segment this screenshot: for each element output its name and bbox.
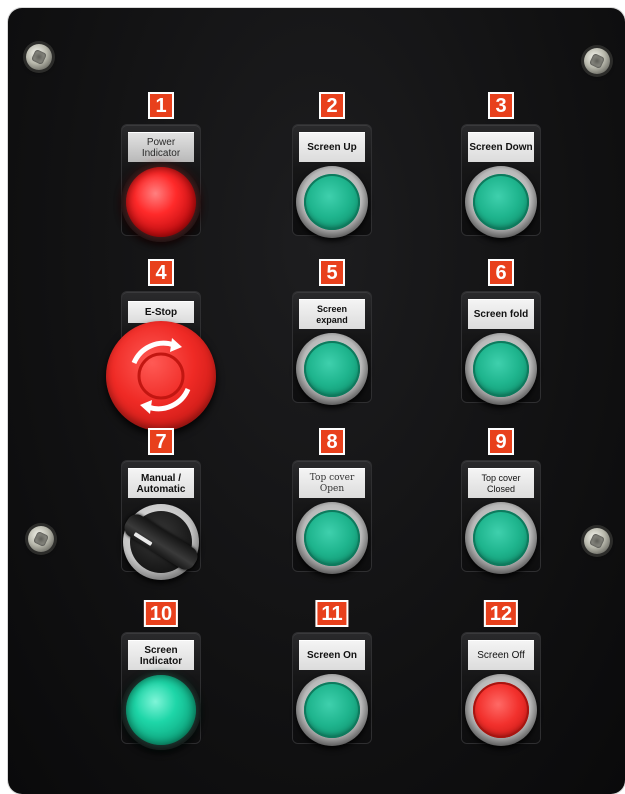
- number-badge: 7: [148, 428, 174, 455]
- label-plate: Power Indicator: [128, 132, 194, 162]
- screw-top-right: [584, 48, 610, 74]
- screen-fold-button[interactable]: [465, 333, 537, 405]
- label-plate: Screen On: [299, 640, 365, 670]
- manual-automatic-selector[interactable]: [120, 504, 202, 580]
- top-cover-closed-button[interactable]: [465, 502, 537, 574]
- label-plate: Screen Off: [468, 640, 534, 670]
- screw-middle-right: [584, 528, 610, 554]
- number-badge: 9: [488, 428, 514, 455]
- unit-screen-fold: 6 Screen fold: [426, 259, 576, 419]
- number-badge: 4: [148, 259, 174, 286]
- label-plate: Top cover Open: [299, 468, 365, 498]
- label-plate: E-Stop: [128, 301, 194, 323]
- label-plate: Screen fold: [468, 299, 534, 329]
- unit-screen-expand: 5 Screen expand: [257, 259, 407, 419]
- unit-screen-on: 11 Screen On: [257, 600, 407, 760]
- number-badge: 6: [488, 259, 514, 286]
- label-plate: Top cover Closed: [468, 468, 534, 498]
- unit-screen-down: 3 Screen Down: [426, 92, 576, 252]
- screen-off-button[interactable]: [465, 674, 537, 746]
- unit-manual-automatic: 7 Manual / Automatic: [86, 428, 236, 588]
- screen-up-button[interactable]: [296, 166, 368, 238]
- number-badge: 3: [488, 92, 514, 119]
- unit-e-stop: 4 E-Stop: [86, 259, 236, 431]
- control-panel: 1 Power Indicator 2 Screen Up 3 Screen D…: [8, 8, 625, 794]
- screw-middle-left: [28, 526, 54, 552]
- e-stop-button[interactable]: [106, 321, 216, 431]
- screw-top-left: [26, 44, 52, 70]
- screen-on-button[interactable]: [296, 674, 368, 746]
- number-badge: 11: [315, 600, 349, 627]
- number-badge: 2: [319, 92, 345, 119]
- screen-down-button[interactable]: [465, 166, 537, 238]
- number-badge: 5: [319, 259, 345, 286]
- screen-indicator-lamp: [121, 670, 201, 750]
- top-cover-open-button[interactable]: [296, 502, 368, 574]
- number-badge: 1: [148, 92, 174, 119]
- unit-screen-indicator: 10 Screen Indicator: [86, 600, 236, 760]
- unit-screen-up: 2 Screen Up: [257, 92, 407, 252]
- label-plate: Screen Indicator: [128, 640, 194, 670]
- unit-top-cover-open: 8 Top cover Open: [257, 428, 407, 588]
- screen-expand-button[interactable]: [296, 333, 368, 405]
- unit-power-indicator: 1 Power Indicator: [86, 92, 236, 252]
- number-badge: 8: [319, 428, 345, 455]
- label-plate: Screen Up: [299, 132, 365, 162]
- rotate-arrows-icon: [131, 338, 191, 414]
- unit-screen-off: 12 Screen Off: [426, 600, 576, 760]
- power-indicator-lamp: [121, 162, 201, 242]
- number-badge: 10: [143, 600, 179, 627]
- unit-top-cover-closed: 9 Top cover Closed: [426, 428, 576, 588]
- number-badge: 12: [483, 600, 519, 627]
- label-plate: Screen Down: [468, 132, 534, 162]
- label-plate: Screen expand: [299, 299, 365, 329]
- label-plate: Manual / Automatic: [128, 468, 194, 498]
